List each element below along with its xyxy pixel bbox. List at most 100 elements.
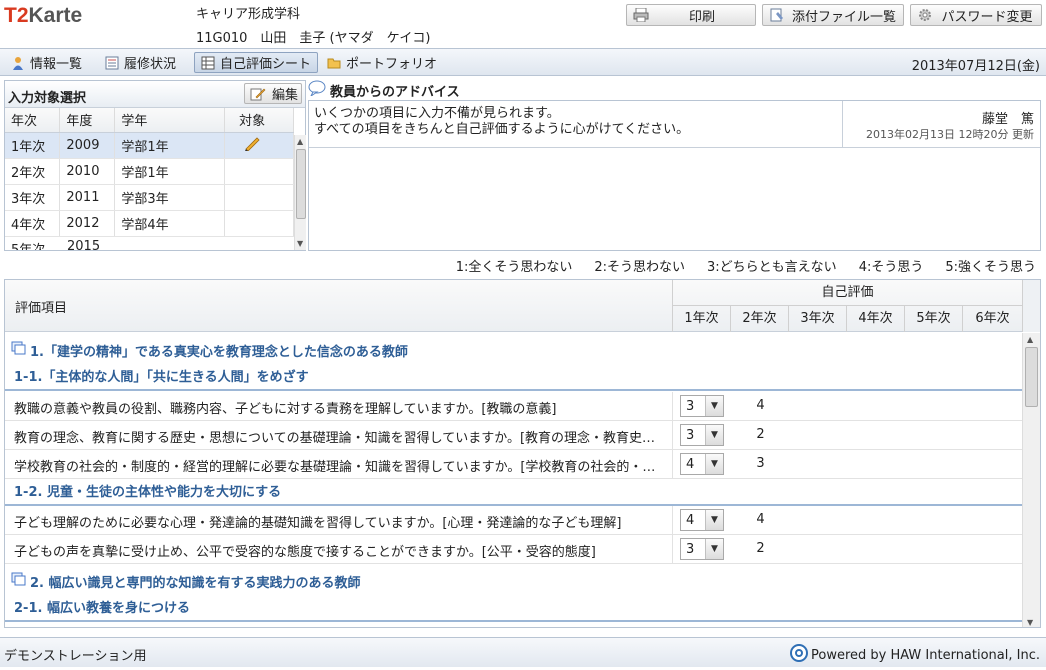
select-value: 3 <box>686 428 695 443</box>
year-cell: 2011 <box>59 184 116 211</box>
tab-self-evaluation[interactable]: 自己評価シート <box>194 52 319 73</box>
year-cell: 4年次 <box>5 210 61 237</box>
section-icon <box>11 341 27 359</box>
subsection-heading: 2-1. 幅広い教養を身につける <box>5 595 1022 622</box>
score-cells <box>672 392 1022 420</box>
year-table-header: 年次 年度 学年 対象 <box>5 108 294 133</box>
score-select[interactable]: 4 ▼ <box>680 509 724 531</box>
score-select[interactable]: 3 ▼ <box>680 395 724 417</box>
section-title: 1.「建学の精神」である真実心を教育理念とした信念のある教師 <box>30 344 408 360</box>
scroll-down-icon[interactable]: ▼ <box>297 239 303 248</box>
year-col-2: 2年次 <box>730 306 788 332</box>
scroll-thumb[interactable] <box>296 149 306 219</box>
year-cell: 2015 <box>67 239 101 250</box>
password-button[interactable]: パスワード変更 <box>910 4 1042 26</box>
attachments-label: 添付ファイル一覧 <box>791 9 896 25</box>
year2-score: 2 <box>756 427 765 442</box>
advice-line: いくつかの項目に入力不備が見られます。 <box>314 106 560 121</box>
chevron-down-icon[interactable]: ▼ <box>705 510 723 530</box>
target-cell[interactable] <box>224 132 294 159</box>
evaluation-row: 学校教育の社会的・制度的・経営的理解に必要な基礎理論・知識を習得していますか。[… <box>5 450 1022 479</box>
target-cell[interactable] <box>224 210 294 237</box>
question-text: 教育の理念、教育に関する歴史・思想についての基礎理論・知識を習得していますか。[… <box>14 431 664 446</box>
folder-icon <box>327 56 341 70</box>
chevron-down-icon[interactable]: ▼ <box>705 539 723 559</box>
scroll-up-icon[interactable]: ▲ <box>297 137 303 146</box>
year2-score: 2 <box>756 541 765 556</box>
edit-label: 編集 <box>272 88 299 103</box>
chevron-down-icon[interactable]: ▼ <box>705 425 723 445</box>
powered-text: Powered by HAW International, Inc. <box>810 647 1040 663</box>
year-row[interactable]: 4年次 2012 学部4年 <box>5 210 294 237</box>
score-cells <box>672 535 1022 563</box>
demo-label: デモンストレーション用 <box>4 649 147 664</box>
advice-updated: 2013年02月13日 12時20分 更新 <box>866 128 1034 141</box>
col-year: 年度 <box>59 108 116 133</box>
scale-item: 1:全くそう思わない <box>455 260 573 275</box>
select-value: 3 <box>686 399 695 414</box>
question-text: 子ども理解のために必要な心理・発達論的基礎知識を習得していますか。[心理・発達論… <box>14 516 622 531</box>
year-row[interactable]: 2年次 2010 学部1年 <box>5 158 294 185</box>
year-row-partial[interactable]: 5年次 2015 <box>5 239 294 250</box>
footer: デモンストレーション用 Powered by HAW International… <box>0 637 1046 667</box>
year-row[interactable]: 1年次 2009 学部1年 <box>5 132 294 159</box>
at-logo-icon <box>789 644 808 666</box>
year-col-1: 1年次 <box>672 306 730 332</box>
evaluation-body: 1.「建学の精神」である真実心を教育理念とした信念のある教師 1-1.「主体的な… <box>5 333 1022 627</box>
scale-item: 5:強くそう思う <box>945 260 1036 275</box>
tab-info-list-label: 情報一覧 <box>30 57 83 72</box>
scroll-up-icon[interactable]: ▲ <box>1027 335 1033 344</box>
score-select[interactable]: 3 ▼ <box>680 538 724 560</box>
advice-line: すべての項目をきちんと自己評価するように心がけてください。 <box>314 122 690 137</box>
attachments-button[interactable]: 添付ファイル一覧 <box>762 4 904 26</box>
scale-item: 3:どちらとも言えない <box>707 260 837 275</box>
evaluation-row: 教職の意義や教員の役割、職務内容、子どもに対する責務を理解していますか。[教職の… <box>5 392 1022 421</box>
score-cells <box>672 506 1022 534</box>
advice-title-text: 教員からのアドバイス <box>330 84 460 100</box>
powered-by[interactable]: Powered by HAW International, Inc. <box>789 644 1040 666</box>
score-select[interactable]: 3 ▼ <box>680 424 724 446</box>
score-cells <box>672 421 1022 449</box>
target-cell[interactable] <box>224 184 294 211</box>
advice-title: 教員からのアドバイス <box>308 80 460 100</box>
print-button[interactable]: 印刷 <box>626 4 756 26</box>
scroll-down-icon[interactable]: ▼ <box>1027 618 1033 627</box>
print-label: 印刷 <box>688 9 715 25</box>
teacher-advice-panel: 教員からのアドバイス いくつかの項目に入力不備が見られます。 すべての項目をきち… <box>308 80 1041 251</box>
score-select[interactable]: 4 ▼ <box>680 453 724 475</box>
chevron-down-icon[interactable]: ▼ <box>705 396 723 416</box>
tab-info-list[interactable]: 情報一覧 <box>4 52 89 73</box>
logo-karte: Karte <box>28 4 83 27</box>
advice-box: いくつかの項目に入力不備が見られます。 すべての項目をきちんと自己評価するように… <box>308 100 1041 251</box>
evaluation-scrollbar[interactable]: ▲ ▼ <box>1022 333 1040 627</box>
rating-scale-legend: 1:全くそう思わない 2:そう思わない 3:どちらとも言えない 4:そう思う 5:強くそ… <box>434 256 1036 275</box>
year-cell: 2010 <box>59 158 116 185</box>
tab-portfolio[interactable]: ポートフォリオ <box>320 52 444 73</box>
scroll-thumb[interactable] <box>1025 347 1038 407</box>
year-table-scrollbar[interactable]: ▲ ▼ <box>294 135 306 250</box>
edit-button[interactable]: 編集 <box>244 83 302 104</box>
year2-score: 4 <box>756 398 765 413</box>
chevron-down-icon[interactable]: ▼ <box>705 454 723 474</box>
year-cell: 学部1年 <box>114 158 226 185</box>
col-target: 対象 <box>224 108 294 133</box>
year-cell: 2009 <box>59 132 116 159</box>
year-table: 年次 年度 学年 対象 1年次 2009 学部1年 2年次 2010 学部1年 … <box>5 108 294 237</box>
score-cells <box>672 450 1022 478</box>
col-grade: 年次 <box>5 108 61 133</box>
subsection-heading: 1-1.「主体的な人間」「共に生きる人間」をめざす <box>5 364 1022 391</box>
year2-score: 4 <box>756 512 765 527</box>
year2-score: 3 <box>756 456 765 471</box>
tab-bar: 情報一覧 履修状況 自己評価シート ポートフォリオ 2013年07月12日(金) <box>0 48 1046 76</box>
year-row[interactable]: 3年次 2011 学部3年 <box>5 184 294 211</box>
pencil-icon[interactable] <box>243 137 261 155</box>
year-cell: 5年次 <box>11 239 45 250</box>
tab-self-evaluation-label: 自己評価シート <box>220 57 312 72</box>
speech-bubble-icon <box>308 80 326 100</box>
item-header: 評価項目 <box>15 301 68 316</box>
year-cell: 1年次 <box>5 132 61 159</box>
tab-course-status[interactable]: 履修状況 <box>98 52 183 73</box>
scale-item: 2:そう思わない <box>594 260 686 275</box>
target-cell[interactable] <box>224 158 294 185</box>
col-level: 学年 <box>114 108 226 133</box>
